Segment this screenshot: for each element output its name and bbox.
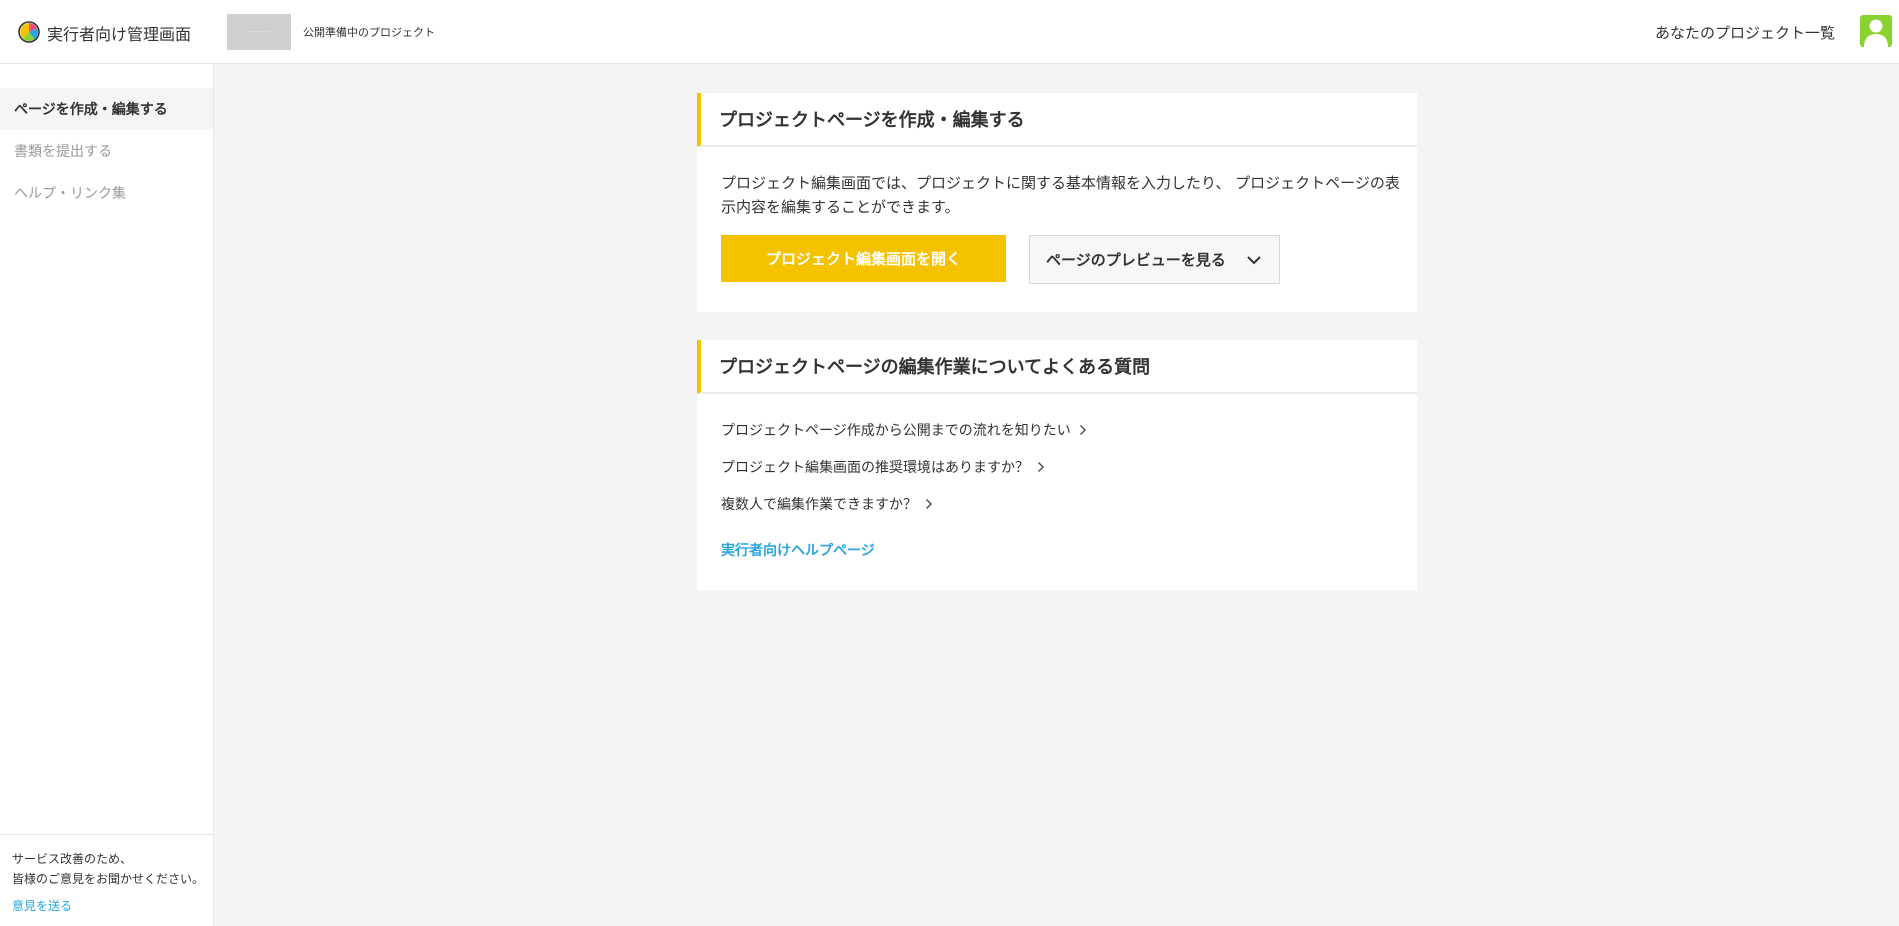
project-thumbnail[interactable]: ━━━ ━━━━━━	[227, 14, 291, 50]
feedback-section: サービス改善のため、 皆様のご意見をお聞かせください。 意見を送る	[0, 834, 213, 914]
top-header: 実行者向け管理画面 ━━━ ━━━━━━ 公開準備中のプロジェクト あなたのプロ…	[0, 0, 1899, 64]
feedback-message-line2: 皆様のご意見をお聞かせください。	[12, 872, 205, 886]
user-avatar[interactable]	[1860, 15, 1892, 47]
preview-dropdown-button[interactable]: ページのプレビューを見る	[1029, 235, 1280, 284]
faq-link-recommended-env[interactable]: プロジェクト編集画面の推奨環境はありますか？	[721, 457, 1045, 477]
your-projects-link[interactable]: あなたのプロジェクト一覧	[1655, 22, 1835, 43]
chevron-right-icon	[1037, 461, 1045, 473]
faq-question: プロジェクトページ作成から公開までの流れを知りたい	[721, 423, 1071, 439]
send-feedback-link[interactable]: 意見を送る	[12, 897, 213, 914]
chevron-right-icon	[925, 498, 933, 510]
preview-button-label: ページのプレビューを見る	[1046, 251, 1226, 269]
faq-question: プロジェクト編集画面の推奨環境はありますか？	[721, 460, 1029, 476]
project-name[interactable]: 公開準備中のプロジェクト	[303, 24, 435, 40]
sidebar-item-help-links[interactable]: ヘルプ・リンク集	[0, 172, 213, 214]
user-icon	[1864, 19, 1888, 47]
chevron-down-icon	[1247, 256, 1261, 265]
sidebar-item-submit-documents[interactable]: 書類を提出する	[0, 130, 213, 172]
feedback-message-line1: サービス改善のため、	[12, 852, 133, 866]
edit-page-description: プロジェクト編集画面では、プロジェクトに関する基本情報を入力したり、 プロジェク…	[721, 174, 1400, 216]
faq-link-multi-editor[interactable]: 複数人で編集作業できますか？	[721, 494, 933, 514]
app-logo-icon[interactable]	[18, 21, 40, 43]
help-page-link[interactable]: 実行者向けヘルプページ	[721, 540, 875, 560]
sidebar: ページを作成・編集する 書類を提出する ヘルプ・リンク集 サービス改善のため、 …	[0, 64, 214, 926]
faq-card-title: プロジェクトページの編集作業についてよくある質問	[697, 340, 1417, 394]
app-title[interactable]: 実行者向け管理画面	[47, 21, 191, 45]
chevron-right-icon	[1079, 424, 1086, 436]
open-editor-button[interactable]: プロジェクト編集画面を開く	[721, 235, 1006, 282]
faq-card: プロジェクトページの編集作業についてよくある質問 プロジェクトページ作成から公開…	[697, 340, 1417, 590]
faq-link-flow-to-publish[interactable]: プロジェクトページ作成から公開までの流れを知りたい	[721, 420, 1087, 440]
sidebar-item-create-edit-page[interactable]: ページを作成・編集する	[0, 88, 213, 130]
faq-question: 複数人で編集作業できますか？	[721, 497, 917, 513]
edit-page-card: プロジェクトページを作成・編集する プロジェクト編集画面では、プロジェクトに関す…	[697, 93, 1417, 312]
edit-page-card-title: プロジェクトページを作成・編集する	[697, 93, 1417, 147]
